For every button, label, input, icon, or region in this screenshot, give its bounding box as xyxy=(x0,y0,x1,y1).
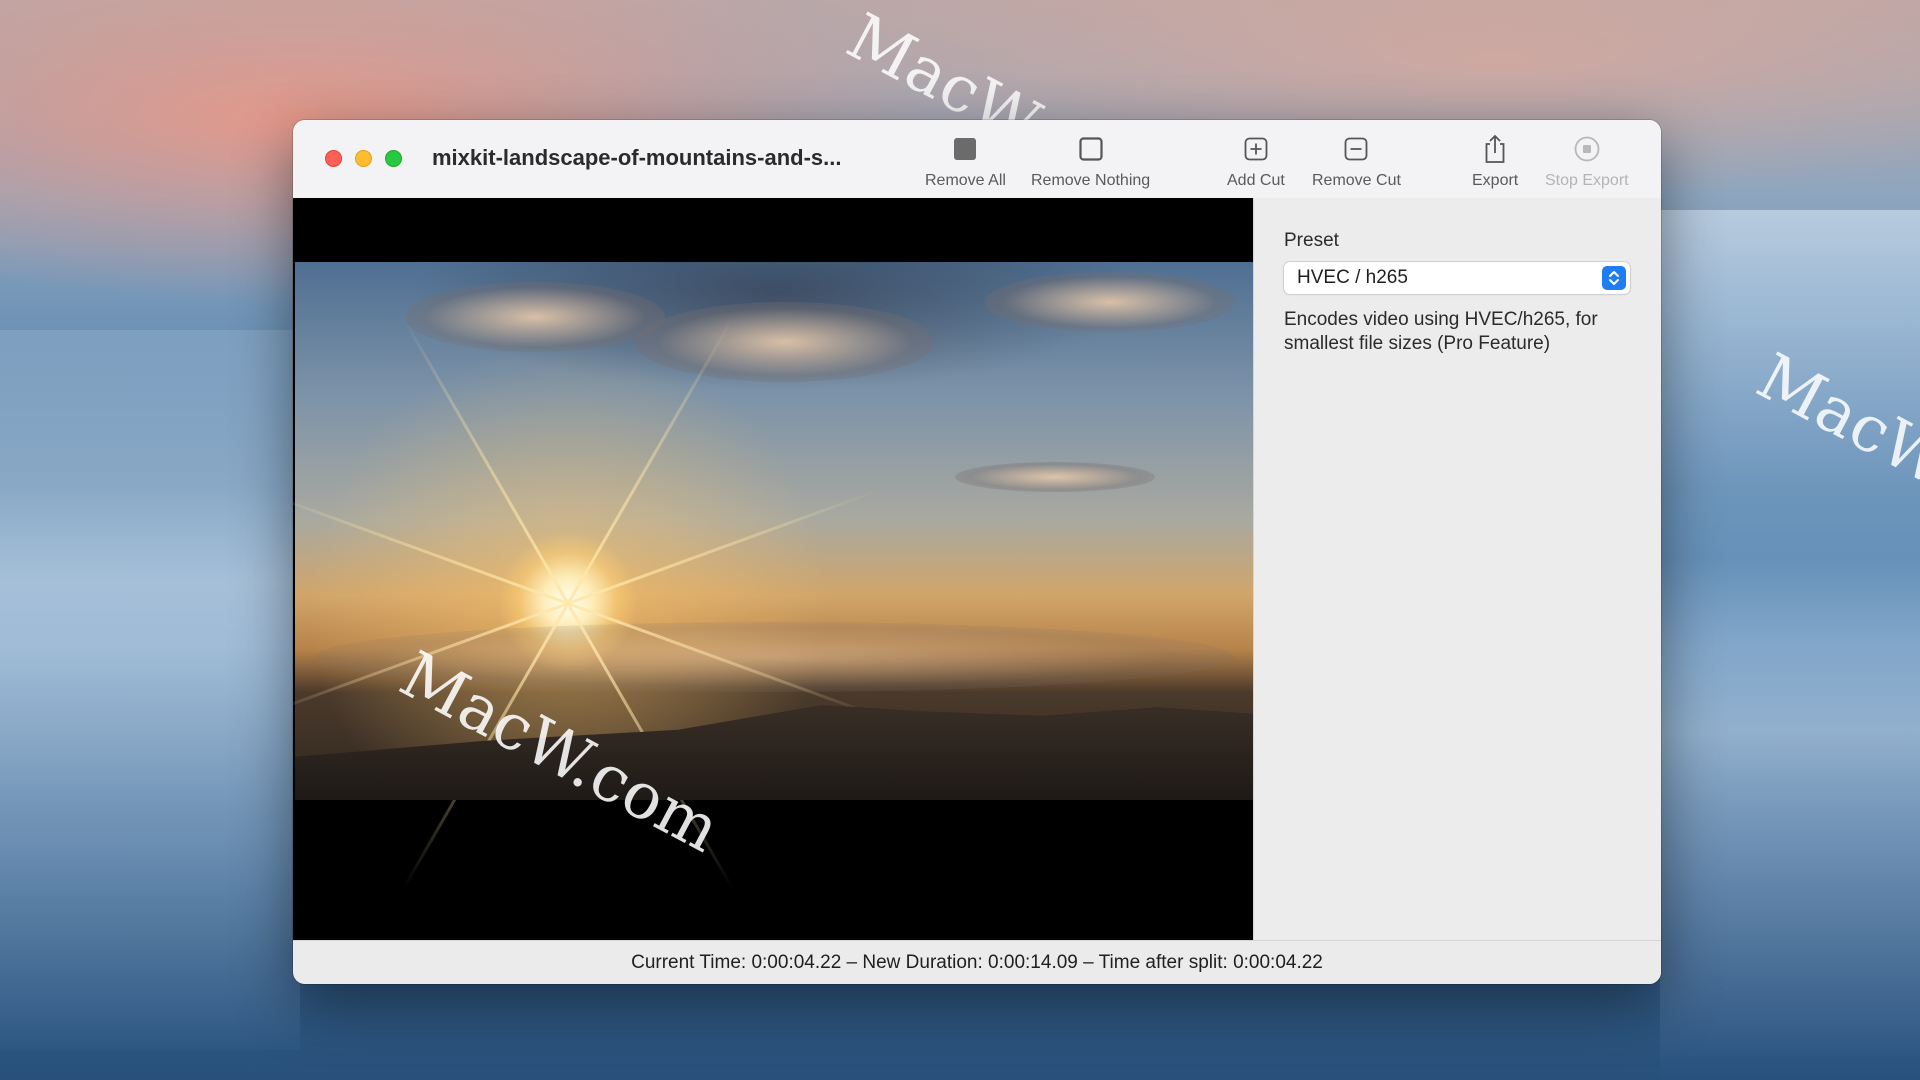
add-cut-label: Add Cut xyxy=(1227,172,1285,189)
up-down-chevron-icon xyxy=(1602,266,1626,290)
remove-cut-label: Remove Cut xyxy=(1312,172,1401,189)
window-title: mixkit-landscape-of-mountains-and-s... xyxy=(432,145,842,170)
preset-label: Preset xyxy=(1284,230,1339,251)
minus-square-icon xyxy=(1341,134,1371,164)
share-icon xyxy=(1480,134,1510,164)
video-player[interactable]: MacW.com xyxy=(293,198,1253,984)
sun-ray xyxy=(293,489,569,605)
stop-export-button[interactable]: Stop Export xyxy=(1545,134,1629,190)
mountain-silhouette xyxy=(295,704,1253,800)
cloud xyxy=(405,282,665,352)
close-window-button[interactable] xyxy=(325,150,342,167)
empty-square-icon xyxy=(1076,134,1106,164)
stop-export-label: Stop Export xyxy=(1545,172,1629,189)
remove-all-button[interactable]: Remove All xyxy=(925,134,1006,190)
minimize-window-button[interactable] xyxy=(355,150,372,167)
zoom-window-button[interactable] xyxy=(385,150,402,167)
add-cut-button[interactable]: Add Cut xyxy=(1227,134,1285,190)
preset-select-value: HVEC / h265 xyxy=(1297,267,1408,288)
sun-ray xyxy=(567,489,879,605)
export-label: Export xyxy=(1472,172,1519,189)
video-frame xyxy=(293,262,1253,891)
app-window: mixkit-landscape-of-mountains-and-s... R… xyxy=(293,120,1661,984)
remove-nothing-label: Remove Nothing xyxy=(1031,172,1151,189)
cloud xyxy=(955,462,1155,492)
plus-square-icon xyxy=(1241,134,1271,164)
remove-cut-button[interactable]: Remove Cut xyxy=(1312,134,1401,190)
preset-select[interactable]: HVEC / h265 xyxy=(1284,262,1630,294)
cloud xyxy=(635,302,935,382)
stop-circle-icon xyxy=(1572,134,1602,164)
cloud xyxy=(315,622,1235,692)
filled-square-icon xyxy=(950,134,980,164)
status-text: Current Time: 0:00:04.22 – New Duration:… xyxy=(631,952,1323,973)
status-bar: Current Time: 0:00:04.22 – New Duration:… xyxy=(293,940,1661,984)
sun-ray xyxy=(401,316,570,605)
wallpaper-snow-left xyxy=(0,330,300,1050)
title-bar[interactable]: mixkit-landscape-of-mountains-and-s... R… xyxy=(293,120,1661,199)
settings-sidebar: Preset HVEC / h265 Encodes video using H… xyxy=(1253,198,1661,940)
preset-description: Encodes video using HVEC/h265, for small… xyxy=(1284,309,1598,354)
remove-nothing-button[interactable]: Remove Nothing xyxy=(1031,134,1150,190)
wallpaper-snow-right xyxy=(1660,210,1920,1080)
export-button[interactable]: Export xyxy=(1472,134,1518,190)
remove-all-label: Remove All xyxy=(925,172,1006,189)
cloud xyxy=(985,272,1235,332)
